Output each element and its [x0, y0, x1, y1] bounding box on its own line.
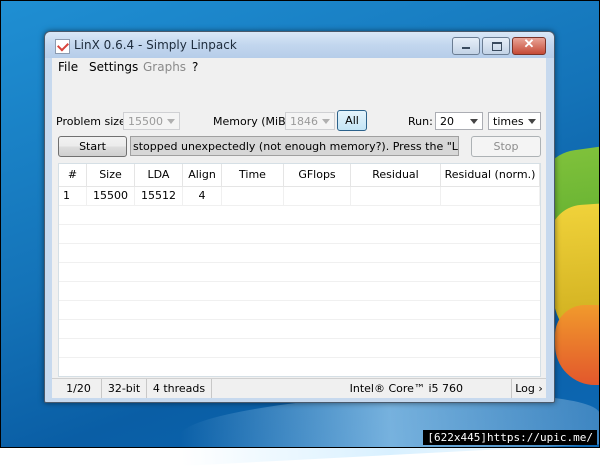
- cell-align: 4: [183, 187, 222, 205]
- cell-size: 15500: [87, 187, 135, 205]
- maximize-button[interactable]: [482, 37, 510, 55]
- run-count-combo[interactable]: 20: [435, 112, 483, 130]
- column-header-residual[interactable]: Residual: [351, 164, 441, 186]
- menu-graphs[interactable]: Graphs: [143, 60, 186, 74]
- memory-value: 1846: [290, 115, 318, 128]
- status-bar: 1/20 32-bit 4 threads Intel® Core™ i5 76…: [52, 378, 546, 398]
- status-cpu: Intel® Core™ i5 760: [212, 379, 512, 398]
- table-row-empty: [59, 263, 540, 282]
- table-row[interactable]: 1 15500 15512 4: [59, 187, 540, 206]
- watermark: [622x445]https://upic.me/: [423, 430, 597, 445]
- cell-gflops: [284, 187, 351, 205]
- minimize-button[interactable]: [452, 37, 480, 55]
- column-header-align[interactable]: Align: [183, 164, 222, 186]
- app-icon: [55, 39, 70, 54]
- cell-residual: [351, 187, 441, 205]
- problem-size-value: 15500: [128, 115, 163, 128]
- client-area: File Settings Graphs ? Problem size: 155…: [52, 58, 546, 398]
- chevron-down-icon: [528, 119, 536, 124]
- run-unit-combo[interactable]: times: [488, 112, 541, 130]
- window-title: LinX 0.6.4 - Simply Linpack: [74, 38, 237, 52]
- run-count-value: 20: [440, 115, 454, 128]
- table-row-empty: [59, 282, 540, 301]
- cell-residual-norm: [441, 187, 540, 205]
- problem-size-combo[interactable]: 15500: [123, 112, 180, 130]
- linx-window: LinX 0.6.4 - Simply Linpack ✕ File Setti…: [44, 31, 555, 403]
- table-row-empty: [59, 206, 540, 225]
- all-memory-button[interactable]: All: [337, 110, 367, 131]
- stop-button[interactable]: Stop: [471, 136, 541, 157]
- column-header-gflops[interactable]: GFlops: [284, 164, 351, 186]
- column-header-index[interactable]: #: [59, 164, 87, 186]
- column-header-lda[interactable]: LDA: [135, 164, 183, 186]
- memory-combo[interactable]: 1846: [285, 112, 335, 130]
- minimize-icon: [462, 47, 470, 49]
- title-bar[interactable]: LinX 0.6.4 - Simply Linpack ✕: [45, 32, 554, 58]
- status-progress: 1/20: [56, 379, 102, 398]
- problem-size-label: Problem size:: [56, 115, 130, 128]
- maximize-icon: [492, 42, 502, 51]
- menu-file[interactable]: File: [58, 60, 78, 74]
- table-row-empty: [59, 244, 540, 263]
- cell-lda: 15512: [135, 187, 183, 205]
- menu-bar: File Settings Graphs ?: [52, 58, 546, 76]
- column-header-residual-norm[interactable]: Residual (norm.): [441, 164, 540, 186]
- column-header-size[interactable]: Size: [87, 164, 135, 186]
- status-message: stopped unexpectedly (not enough memory?…: [130, 136, 459, 156]
- log-button[interactable]: Log ›: [512, 379, 546, 398]
- cell-index: 1: [59, 187, 87, 205]
- run-label: Run:: [408, 115, 433, 128]
- status-arch: 32-bit: [102, 379, 147, 398]
- menu-settings[interactable]: Settings: [89, 60, 138, 74]
- run-unit-value: times: [493, 115, 524, 128]
- wallpaper-leaf-orange: [555, 305, 600, 385]
- table-header: # Size LDA Align Time GFlops Residual Re…: [59, 164, 540, 187]
- chevron-down-icon: [167, 119, 175, 124]
- menu-help[interactable]: ?: [192, 60, 198, 74]
- start-button[interactable]: Start: [58, 136, 127, 157]
- chevron-down-icon: [470, 119, 478, 124]
- close-button[interactable]: ✕: [512, 36, 546, 55]
- table-row-empty: [59, 339, 540, 358]
- table-row-empty: [59, 225, 540, 244]
- status-threads: 4 threads: [147, 379, 212, 398]
- memory-label: Memory (MiB):: [213, 115, 294, 128]
- close-icon: ✕: [523, 36, 535, 51]
- cell-time: [222, 187, 284, 205]
- results-table: # Size LDA Align Time GFlops Residual Re…: [58, 163, 541, 377]
- chevron-down-icon: [322, 119, 330, 124]
- table-row-empty: [59, 358, 540, 376]
- column-header-time[interactable]: Time: [222, 164, 284, 186]
- table-row-empty: [59, 301, 540, 320]
- table-row-empty: [59, 320, 540, 339]
